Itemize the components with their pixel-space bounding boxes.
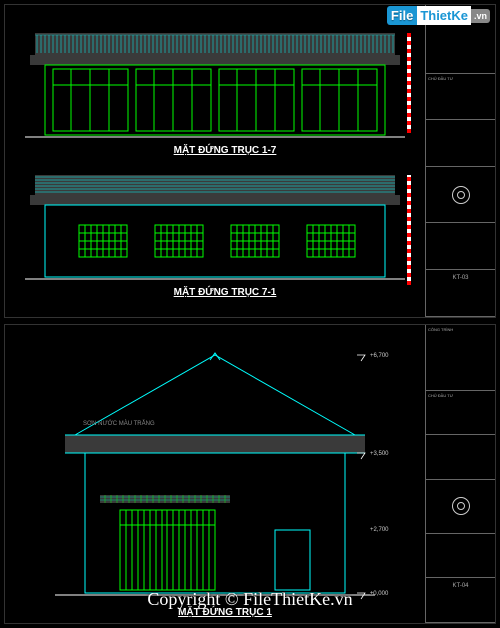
label-elev-1-7: MẶT ĐỨNG TRỤC 1-7 bbox=[135, 145, 315, 156]
tb-owner: CHỦ ĐẦU TƯ bbox=[426, 74, 495, 83]
note-text: SƠN NƯỚC MÀU TRẮNG bbox=[83, 419, 155, 427]
north-arrow-icon bbox=[452, 186, 470, 204]
sheet-number: KT-03 bbox=[426, 270, 495, 283]
dim-ridge: +6,700 bbox=[370, 353, 389, 359]
logo-file: File bbox=[387, 6, 417, 25]
label-elev-7-1: MẶT ĐỨNG TRỤC 7-1 bbox=[135, 287, 315, 298]
copyright-text: Copyright © FileThietKe.vn bbox=[0, 589, 500, 610]
title-block-top: CÔNG TRÌNH CHỦ ĐẦU TƯ KT-03 bbox=[425, 5, 495, 317]
dim-marker-bottom bbox=[407, 175, 411, 285]
elevation-drawings-top bbox=[5, 5, 425, 319]
elevation-truc-1: SƠN NƯỚC MÀU TRẮNG +6,700 +3,500 +2,700 … bbox=[55, 353, 389, 599]
elevation-1-7 bbox=[25, 33, 405, 137]
north-arrow-icon-2 bbox=[452, 497, 470, 515]
cad-viewport[interactable]: File ThietKe .vn bbox=[0, 0, 500, 628]
title-block-bottom: CÔNG TRÌNH CHỦ ĐẦU TƯ KT-04 bbox=[425, 325, 495, 623]
logo-thietke: ThietKe bbox=[417, 6, 471, 25]
drawing-area-bottom: SƠN NƯỚC MÀU TRẮNG +6,700 +3,500 +2,700 … bbox=[5, 325, 425, 623]
dim-eave: +3,500 bbox=[370, 451, 389, 457]
tb-project-2: CÔNG TRÌNH bbox=[426, 325, 495, 334]
sheet-top: MẶT ĐỨNG TRỤC 1-7 MẶT ĐỨNG TRỤC 7-1 CÔNG… bbox=[4, 4, 496, 318]
elevation-drawing-bottom: SƠN NƯỚC MÀU TRẮNG +6,700 +3,500 +2,700 … bbox=[5, 325, 425, 625]
dim-lintel: +2,700 bbox=[370, 527, 389, 533]
dim-marker-top bbox=[407, 33, 411, 133]
drawing-area-top: MẶT ĐỨNG TRỤC 1-7 MẶT ĐỨNG TRỤC 7-1 bbox=[5, 5, 425, 317]
elevation-7-1 bbox=[25, 175, 405, 279]
sheet-bottom: SƠN NƯỚC MÀU TRẮNG +6,700 +3,500 +2,700 … bbox=[4, 324, 496, 624]
logo-vn: .vn bbox=[471, 9, 490, 23]
tb-owner-2: CHỦ ĐẦU TƯ bbox=[426, 391, 495, 400]
watermark-logo: File ThietKe .vn bbox=[387, 6, 490, 25]
